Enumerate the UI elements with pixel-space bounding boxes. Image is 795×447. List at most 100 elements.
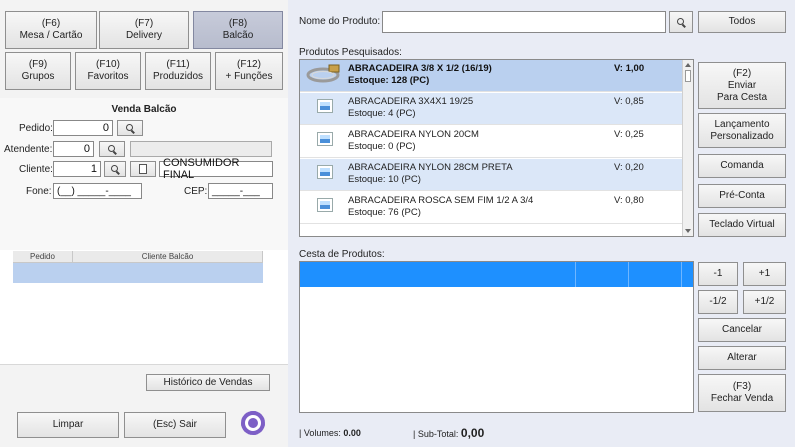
list-item[interactable]: ABRACADEIRA NYLON 20CM Estoque: 0 (PC) V… <box>300 126 683 158</box>
subtotal-label: | Sub-Total: <box>413 429 459 439</box>
balcao-key: (F8) <box>228 18 248 29</box>
grupos-button[interactable]: (F9) Grupos <box>5 52 71 90</box>
mesa-key: (F6) <box>41 18 61 29</box>
lancamento-personalizado-button[interactable]: Lançamento Personalizado <box>698 113 786 148</box>
lanc-l2: Personalizado <box>710 130 774 142</box>
gear-icon[interactable] <box>241 411 265 435</box>
cesta-table <box>299 261 694 413</box>
product-search-input[interactable] <box>382 11 666 33</box>
lanc-l1: Lançamento <box>714 118 770 130</box>
product-price: V: 0,85 <box>614 96 644 107</box>
fone-label: Fone: <box>26 186 52 197</box>
delivery-label: Delivery <box>125 30 163 41</box>
subtotal-status: | Sub-Total: 0,00 <box>413 426 484 440</box>
minus-half-button[interactable]: -1/2 <box>698 290 738 314</box>
atendente-name-field <box>130 141 272 157</box>
search-icon <box>125 123 133 131</box>
produzidos-key: (F11) <box>166 59 190 70</box>
scroll-thumb[interactable] <box>685 70 691 82</box>
funcoes-key: (F12) <box>237 59 261 70</box>
venda-title: Venda Balcão <box>111 104 177 115</box>
historico-vendas-button[interactable]: Histórico de Vendas <box>146 374 270 391</box>
product-search-button[interactable] <box>669 11 693 33</box>
search-icon <box>110 164 118 172</box>
fechar-key: (F3) <box>732 381 752 392</box>
scroll-down-icon[interactable] <box>685 229 691 233</box>
fone-input[interactable]: (__) _____-____ <box>53 183 142 199</box>
produzidos-button[interactable]: (F11) Produzidos <box>145 52 211 90</box>
cliente-search-button[interactable] <box>104 161 126 177</box>
funcoes-label: + Funções <box>225 71 273 82</box>
product-name: ABRACADEIRA NYLON 28CM PRETA <box>348 162 513 173</box>
scroll-up-icon[interactable] <box>685 63 691 67</box>
produzidos-label: Produzidos <box>152 71 204 82</box>
balcao-label: Balcão <box>222 30 254 41</box>
cesta-col <box>300 262 576 287</box>
table-row[interactable] <box>13 263 263 283</box>
pedido-search-button[interactable] <box>117 120 143 136</box>
cliente-name-field[interactable]: CONSUMIDOR FINAL <box>159 157 273 181</box>
cliente-new-button[interactable] <box>130 161 156 177</box>
pedido-input[interactable]: 0 <box>53 120 113 136</box>
minus-one-button[interactable]: -1 <box>698 262 738 286</box>
pedidos-table-header: Pedido Cliente Balcão <box>13 251 263 263</box>
product-name: ABRACADEIRA 3X4X1 19/25 <box>348 96 474 107</box>
delivery-button[interactable]: (F7) Delivery <box>99 11 189 49</box>
plus-half-button[interactable]: +1/2 <box>743 290 786 314</box>
pedido-label: Pedido: <box>19 123 53 134</box>
comanda-button[interactable]: Comanda <box>698 154 786 178</box>
mesa-label: Mesa / Cartão <box>19 30 83 41</box>
image-placeholder-icon <box>317 99 333 113</box>
subtotal-value: 0,00 <box>460 426 485 440</box>
product-photo <box>303 62 343 86</box>
preconta-button[interactable]: Pré-Conta <box>698 184 786 208</box>
product-name: ABRACADEIRA ROSCA SEM FIM 1/2 A 3/4 <box>348 195 534 206</box>
fechar-venda-button[interactable]: (F3) Fechar Venda <box>698 374 786 412</box>
search-icon <box>107 144 115 152</box>
cep-input[interactable]: _____-___ <box>208 183 273 199</box>
product-list-scrollbar[interactable] <box>682 60 693 236</box>
balcao-button[interactable]: (F8) Balcão <box>193 11 283 49</box>
todos-button[interactable]: Todos <box>698 11 786 33</box>
col-pedido: Pedido <box>13 251 73 262</box>
mesa-cartao-button[interactable]: (F6) Mesa / Cartão <box>5 11 97 49</box>
list-item[interactable]: ABRACADEIRA ROSCA SEM FIM 1/2 A 3/4 Esto… <box>300 192 683 224</box>
product-price: V: 0,20 <box>614 162 644 173</box>
cesta-label: Cesta de Produtos: <box>299 249 385 260</box>
atendente-label: Atendente: <box>4 144 53 155</box>
product-stock: Estoque: 128 (PC) <box>348 75 430 86</box>
product-name: ABRACADEIRA NYLON 20CM <box>348 129 479 140</box>
cliente-input[interactable]: 1 <box>53 161 101 177</box>
cancelar-button[interactable]: Cancelar <box>698 318 786 342</box>
alterar-button[interactable]: Alterar <box>698 346 786 370</box>
cesta-col <box>629 262 682 287</box>
list-item[interactable]: ABRACADEIRA NYLON 28CM PRETA Estoque: 10… <box>300 159 683 191</box>
grupos-label: Grupos <box>21 71 55 82</box>
image-placeholder-icon <box>317 165 333 179</box>
limpar-button[interactable]: Limpar <box>17 412 119 438</box>
enviar-cesta-button[interactable]: (F2) Enviar Para Cesta <box>698 62 786 109</box>
product-price: V: 1,00 <box>614 63 645 74</box>
list-item[interactable]: ABRACADEIRA 3/8 X 1/2 (16/19) Estoque: 1… <box>300 60 683 92</box>
favoritos-label: Favoritos <box>87 71 129 82</box>
atendente-input[interactable]: 0 <box>53 141 94 157</box>
favoritos-key: (F10) <box>96 59 120 70</box>
plus-one-button[interactable]: +1 <box>743 262 786 286</box>
left-panel: (F6) Mesa / Cartão (F7) Delivery (F8) Ba… <box>0 0 288 447</box>
atendente-search-button[interactable] <box>99 141 125 157</box>
teclado-virtual-button[interactable]: Teclado Virtual <box>698 213 786 237</box>
product-stock: Estoque: 76 (PC) <box>348 207 421 218</box>
funcoes-button[interactable]: (F12) + Funções <box>215 52 283 90</box>
product-stock: Estoque: 10 (PC) <box>348 174 421 185</box>
fechar-label: Fechar Venda <box>710 393 774 404</box>
cesta-header <box>300 262 693 287</box>
search-icon <box>676 17 684 25</box>
list-item[interactable]: ABRACADEIRA 3X4X1 19/25 Estoque: 4 (PC) … <box>300 93 683 125</box>
favoritos-button[interactable]: (F10) Favoritos <box>75 52 141 90</box>
clamp-image <box>306 64 340 83</box>
enviar-key: (F2) <box>732 67 752 79</box>
sair-button[interactable]: (Esc) Sair <box>124 412 226 438</box>
grupos-key: (F9) <box>28 59 48 70</box>
product-list: ABRACADEIRA 3/8 X 1/2 (16/19) Estoque: 1… <box>299 59 694 237</box>
volumes-value: 0.00 <box>343 428 361 438</box>
